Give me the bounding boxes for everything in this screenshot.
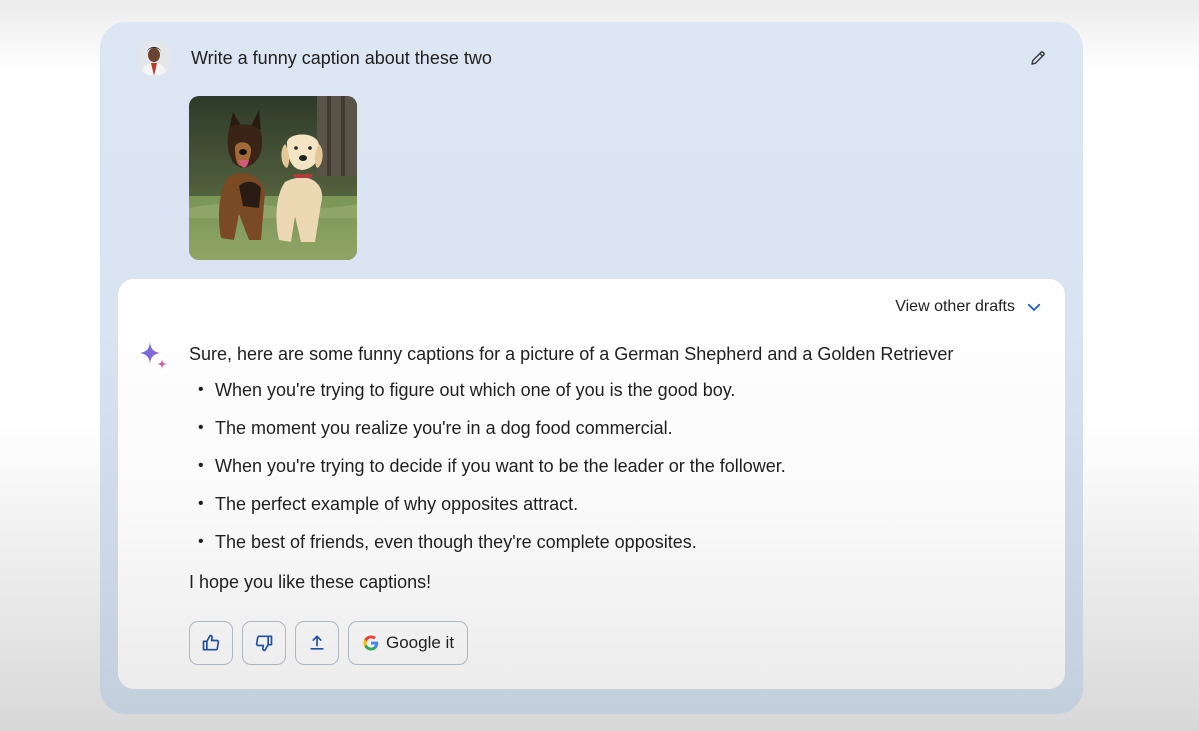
thumbs-up-button[interactable] bbox=[189, 621, 233, 665]
google-it-button[interactable]: Google it bbox=[348, 621, 469, 665]
caption-text: When you're trying to decide if you want… bbox=[215, 456, 786, 476]
caption-list: • When you're trying to figure out which … bbox=[198, 378, 786, 568]
thumbs-down-button[interactable] bbox=[242, 621, 286, 665]
caption-text: The moment you realize you're in a dog f… bbox=[215, 418, 673, 438]
google-g-icon bbox=[363, 635, 379, 651]
response-card: View other drafts Sure, here are some fu… bbox=[118, 279, 1065, 689]
share-icon bbox=[310, 635, 324, 650]
edit-prompt-button[interactable] bbox=[1024, 44, 1052, 72]
view-other-drafts-button[interactable]: View other drafts bbox=[895, 298, 1043, 316]
caption-item: • The moment you realize you're in a dog … bbox=[198, 418, 673, 438]
drafts-label: View other drafts bbox=[895, 298, 1015, 315]
caption-text: The best of friends, even though they're… bbox=[215, 532, 697, 552]
caption-text: When you're trying to figure out which o… bbox=[215, 380, 736, 400]
prompt-text: Write a funny caption about these two bbox=[191, 48, 492, 68]
chevron-down-icon bbox=[1027, 303, 1041, 311]
response-actions: Google it bbox=[189, 621, 469, 665]
share-button[interactable] bbox=[295, 621, 339, 665]
dog-photo-image bbox=[189, 96, 357, 260]
response-intro: Sure, here are some funny captions for a… bbox=[189, 344, 954, 364]
user-avatar-icon bbox=[136, 40, 172, 76]
conversation-panel: Write a funny caption about these two Vi… bbox=[100, 22, 1083, 714]
sparkle-icon bbox=[138, 341, 170, 373]
thumbs-down-icon bbox=[255, 635, 273, 652]
pencil-icon bbox=[1031, 51, 1045, 65]
response-outro: I hope you like these captions! bbox=[189, 572, 432, 592]
caption-item: • When you're trying to decide if you wan… bbox=[198, 456, 786, 476]
caption-item: • When you're trying to figure out which … bbox=[198, 380, 736, 400]
caption-item: • The perfect example of why opposites at… bbox=[198, 494, 579, 514]
caption-item: • The best of friends, even though they'r… bbox=[198, 532, 697, 552]
thumbs-up-icon bbox=[202, 634, 220, 651]
uploaded-dog-photo[interactable] bbox=[189, 96, 357, 260]
google-it-label: Google it bbox=[386, 633, 455, 652]
caption-text: The perfect example of why opposites att… bbox=[215, 494, 579, 514]
user-avatar bbox=[136, 40, 172, 76]
